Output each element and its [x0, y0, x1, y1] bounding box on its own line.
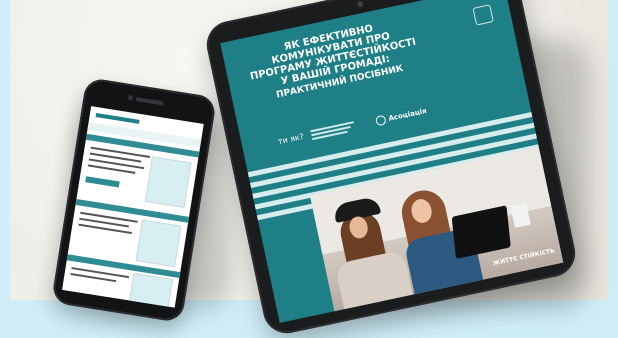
association-icon	[374, 114, 387, 127]
phone-speaker	[135, 97, 164, 106]
phone-screen	[62, 106, 204, 308]
logo-partner-text	[310, 118, 362, 142]
phone-page-header	[95, 113, 140, 124]
brand-mark-icon	[472, 4, 494, 26]
phone-illustration	[144, 156, 192, 208]
phone-illustration	[135, 219, 182, 268]
logo-association: Асоціація	[374, 106, 428, 127]
phone-illustration	[128, 272, 174, 308]
tablet-camera	[356, 0, 364, 8]
phone-camera	[127, 94, 134, 101]
tablet-screen: Як ефективно комунікувати про програму ж…	[220, 0, 564, 323]
logo-ty-yak: ти як?	[277, 131, 305, 147]
phone-button[interactable]	[85, 176, 120, 188]
